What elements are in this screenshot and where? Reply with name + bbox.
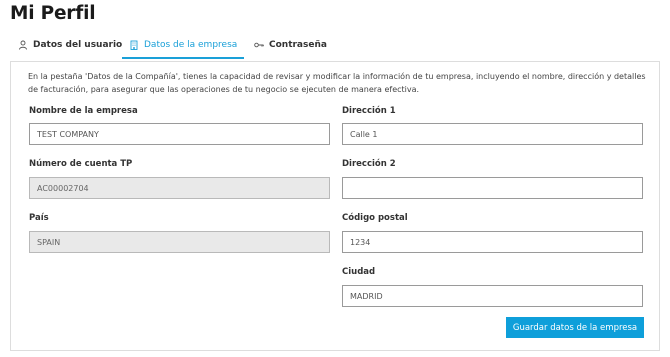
country-field: SPAIN [29,231,330,253]
country-label: País [29,213,49,223]
company-name-value: TEST COMPANY [37,129,99,139]
tab-company-data-label: Datos de la empresa [144,39,238,50]
city-value: MADRID [350,291,383,301]
city-label: Ciudad [342,267,376,277]
user-icon [18,40,28,50]
tab-company-data[interactable]: Datos de la empresa [121,30,245,59]
tab-password[interactable]: Contraseña [254,30,327,59]
postal-code-input[interactable]: 1234 [342,231,643,253]
address1-input[interactable]: Calle 1 [342,123,643,145]
country-value: SPAIN [37,237,61,247]
address2-label: Dirección 2 [342,159,396,169]
postal-code-value: 1234 [350,237,371,247]
profile-tabs: Datos del usuario Datos de la empresa Co… [0,30,670,59]
page-title: Mi Perfil [10,3,96,24]
tp-account-field: AC00002704 [29,177,330,199]
key-icon [254,40,264,50]
tab-user-data[interactable]: Datos del usuario [18,30,122,59]
address2-input[interactable] [342,177,643,199]
tab-user-data-label: Datos del usuario [33,39,123,50]
tp-account-label: Número de cuenta TP [29,159,133,169]
postal-code-label: Código postal [342,213,408,223]
building-icon [129,40,139,50]
company-name-input[interactable]: TEST COMPANY [29,123,330,145]
tp-account-value: AC00002704 [37,183,89,193]
save-company-button[interactable]: Guardar datos de la empresa [506,317,644,338]
company-name-label: Nombre de la empresa [29,106,138,116]
address1-value: Calle 1 [350,129,378,139]
city-input[interactable]: MADRID [342,285,643,307]
company-data-panel: En la pestaña 'Datos de la Compañía', ti… [10,61,660,351]
tab-password-label: Contraseña [269,39,327,50]
company-data-description: En la pestaña 'Datos de la Compañía', ti… [28,72,646,94]
address1-label: Dirección 1 [342,106,396,116]
